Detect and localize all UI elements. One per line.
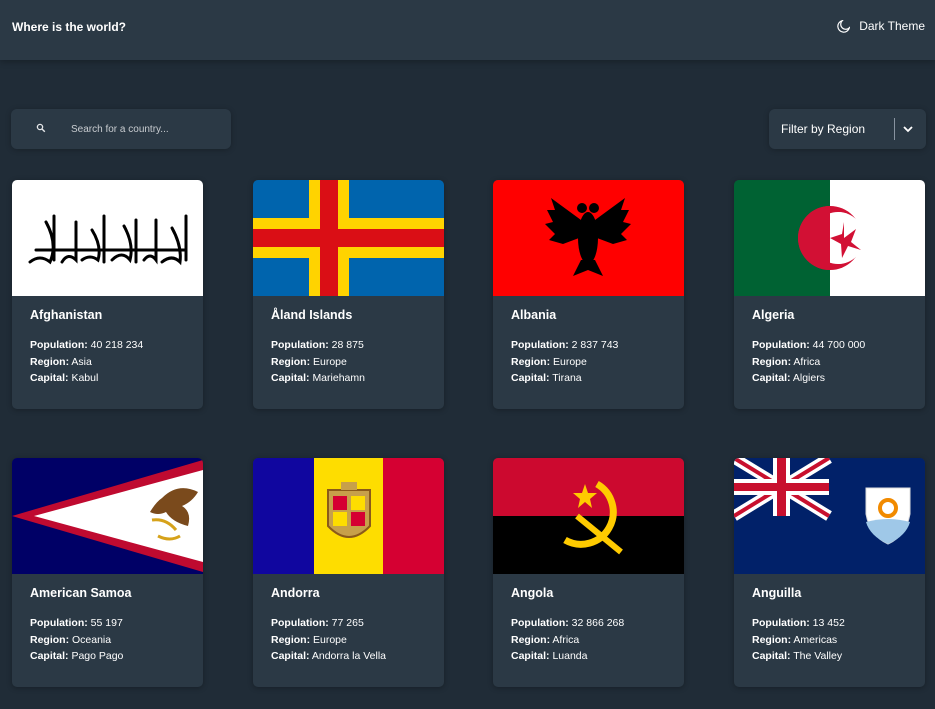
country-card-aland-islands[interactable]: Åland Islands Population: 28 875 Region:… bbox=[253, 180, 444, 409]
population-value: 32 866 268 bbox=[571, 617, 625, 629]
country-name: Afghanistan bbox=[30, 308, 103, 322]
capital-label: Capital: bbox=[271, 372, 310, 384]
search-box bbox=[11, 109, 231, 149]
chevron-down-icon bbox=[903, 126, 913, 133]
country-info: Population: 28 875 Region: Europe Capita… bbox=[271, 337, 365, 387]
country-name: Andorra bbox=[271, 586, 320, 600]
region-label: Region: bbox=[271, 355, 311, 368]
country-name: Angola bbox=[511, 586, 554, 600]
country-card-albania[interactable]: Albania Population: 2 837 743 Region: Eu… bbox=[493, 180, 684, 409]
capital-value: Algiers bbox=[792, 372, 825, 384]
region-value: Europe bbox=[313, 633, 347, 646]
capital-label: Capital: bbox=[30, 650, 69, 662]
capital-value: Tirana bbox=[552, 372, 582, 384]
country-name: American Samoa bbox=[30, 586, 132, 600]
population-label: Population: bbox=[271, 617, 329, 629]
population-value: 2 837 743 bbox=[571, 339, 619, 351]
population-label: Population: bbox=[511, 617, 569, 629]
country-name: Albania bbox=[511, 308, 557, 322]
top-header: Where is the world? Dark Theme bbox=[0, 0, 935, 60]
population-value: 55 197 bbox=[90, 617, 123, 629]
country-info: Population: 2 837 743 Region: Europe Cap… bbox=[511, 337, 618, 387]
dropdown-divider bbox=[894, 118, 895, 140]
country-card-angola[interactable]: Angola Population: 32 866 268 Region: Af… bbox=[493, 458, 684, 687]
region-filter-dropdown[interactable]: Filter by Region bbox=[769, 109, 926, 149]
region-label: Region: bbox=[752, 355, 792, 368]
capital-value: Pago Pago bbox=[71, 650, 124, 662]
country-info: Population: 13 452 Region: Americas Capi… bbox=[752, 615, 845, 665]
region-label: Region: bbox=[30, 633, 70, 646]
country-card-algeria[interactable]: Algeria Population: 44 700 000 Region: A… bbox=[734, 180, 925, 409]
population-label: Population: bbox=[511, 339, 569, 351]
capital-label: Capital: bbox=[752, 650, 791, 662]
search-input[interactable] bbox=[71, 109, 221, 149]
region-value: Americas bbox=[793, 633, 838, 646]
capital-value: The Valley bbox=[793, 650, 843, 662]
country-name: Algeria bbox=[752, 308, 795, 322]
country-name: Anguilla bbox=[752, 586, 802, 600]
angola-flag-image bbox=[493, 458, 684, 574]
country-info: Population: 77 265 Region: Europe Capita… bbox=[271, 615, 386, 665]
aland-islands-flag-image bbox=[253, 180, 444, 296]
capital-label: Capital: bbox=[752, 372, 791, 384]
andorra-flag-image bbox=[253, 458, 444, 574]
region-value: Asia bbox=[71, 355, 92, 368]
population-value: 77 265 bbox=[331, 617, 364, 629]
country-card-andorra[interactable]: Andorra Population: 77 265 Region: Europ… bbox=[253, 458, 444, 687]
population-label: Population: bbox=[30, 617, 88, 629]
country-info: Population: 40 218 234 Region: Asia Capi… bbox=[30, 337, 143, 387]
afghanistan-flag-image bbox=[12, 180, 203, 296]
country-info: Population: 44 700 000 Region: Africa Ca… bbox=[752, 337, 865, 387]
capital-label: Capital: bbox=[30, 372, 69, 384]
population-value: 13 452 bbox=[812, 617, 845, 629]
region-label: Region: bbox=[30, 355, 70, 368]
region-label: Region: bbox=[511, 355, 551, 368]
theme-toggle-button[interactable]: Dark Theme bbox=[837, 19, 925, 33]
capital-value: Mariehamn bbox=[312, 372, 365, 384]
capital-value: Andorra la Vella bbox=[311, 650, 386, 662]
country-name: Åland Islands bbox=[271, 308, 353, 322]
country-card-anguilla[interactable]: Anguilla Population: 13 452 Region: Amer… bbox=[734, 458, 925, 687]
region-label: Region: bbox=[752, 633, 792, 646]
region-filter-label: Filter by Region bbox=[781, 122, 866, 136]
country-card-afghanistan[interactable]: Afghanistan Population: 40 218 234 Regio… bbox=[12, 180, 203, 409]
population-label: Population: bbox=[752, 617, 810, 629]
region-value: Africa bbox=[793, 355, 821, 368]
country-info: Population: 55 197 Region: Oceania Capit… bbox=[30, 615, 123, 665]
capital-label: Capital: bbox=[271, 650, 310, 662]
region-label: Region: bbox=[511, 633, 551, 646]
app-title: Where is the world? bbox=[12, 20, 127, 34]
search-icon bbox=[36, 123, 46, 133]
country-info: Population: 32 866 268 Region: Africa Ca… bbox=[511, 615, 624, 665]
region-value: Africa bbox=[552, 633, 580, 646]
moon-icon bbox=[837, 19, 851, 33]
population-label: Population: bbox=[752, 339, 810, 351]
capital-value: Kabul bbox=[71, 372, 99, 384]
albania-flag-image bbox=[493, 180, 684, 296]
capital-label: Capital: bbox=[511, 372, 550, 384]
population-value: 44 700 000 bbox=[812, 339, 866, 351]
capital-label: Capital: bbox=[511, 650, 550, 662]
anguilla-flag-image bbox=[734, 458, 925, 574]
population-label: Population: bbox=[30, 339, 88, 351]
population-label: Population: bbox=[271, 339, 329, 351]
region-value: Oceania bbox=[72, 633, 112, 646]
region-label: Region: bbox=[271, 633, 311, 646]
population-value: 28 875 bbox=[331, 339, 364, 351]
country-card-american-samoa[interactable]: American Samoa Population: 55 197 Region… bbox=[12, 458, 203, 687]
american-samoa-flag-image bbox=[12, 458, 203, 574]
region-value: Europe bbox=[313, 355, 347, 368]
theme-toggle-label: Dark Theme bbox=[859, 19, 925, 33]
algeria-flag-image bbox=[734, 180, 925, 296]
capital-value: Luanda bbox=[552, 650, 588, 662]
population-value: 40 218 234 bbox=[90, 339, 144, 351]
region-value: Europe bbox=[553, 355, 587, 368]
